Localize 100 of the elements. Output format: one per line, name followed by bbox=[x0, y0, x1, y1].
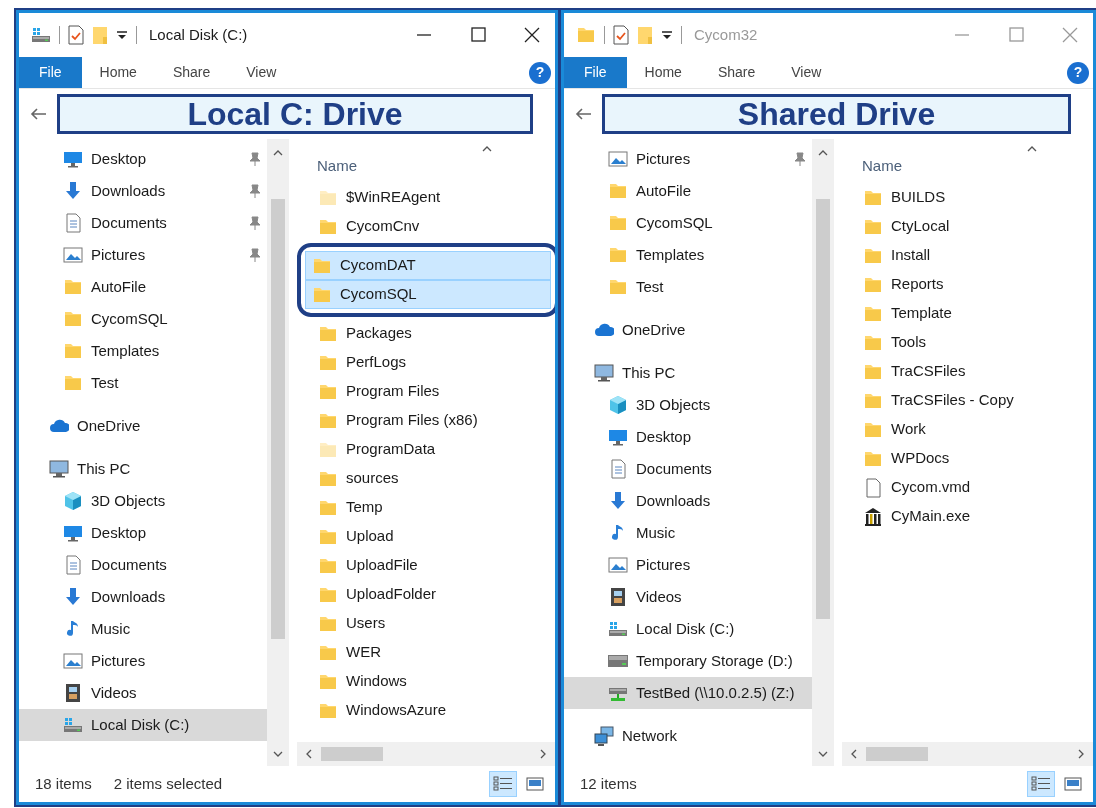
nav-item[interactable]: CycomSQL bbox=[564, 207, 812, 239]
pin-icon[interactable] bbox=[249, 248, 261, 262]
nav-item[interactable]: 3D Objects bbox=[564, 389, 812, 421]
dropdown-icon[interactable] bbox=[661, 29, 673, 41]
file-row[interactable]: UploadFolder bbox=[311, 580, 555, 609]
details-view-icon[interactable] bbox=[493, 775, 513, 793]
drive-label-banner: Shared Drive bbox=[602, 94, 1071, 134]
ribbon-tab[interactable]: File bbox=[19, 57, 82, 88]
scroll-thumb[interactable] bbox=[866, 747, 928, 761]
pin-icon[interactable] bbox=[249, 216, 261, 230]
thumbnail-view-icon[interactable] bbox=[1063, 775, 1083, 793]
file-row[interactable]: sources bbox=[311, 464, 555, 493]
file-row[interactable]: ProgramData bbox=[311, 435, 555, 464]
file-row[interactable]: Upload bbox=[311, 522, 555, 551]
ribbon-tab[interactable]: View bbox=[228, 57, 295, 88]
nav-item[interactable]: TestBed (\\10.0.2.5) (Z:) bbox=[564, 677, 812, 709]
nav-item[interactable]: Desktop bbox=[19, 517, 267, 549]
ribbon-tab[interactable]: Home bbox=[626, 57, 700, 88]
file-row[interactable]: Reports bbox=[856, 270, 1093, 299]
file-row[interactable]: CycomSQL bbox=[305, 280, 551, 309]
nav-item[interactable]: Downloads bbox=[564, 485, 812, 517]
nav-item[interactable]: Pictures bbox=[19, 645, 267, 677]
checklist-icon[interactable] bbox=[68, 25, 84, 45]
details-view-icon[interactable] bbox=[1031, 775, 1051, 793]
file-row[interactable]: CtyLocal bbox=[856, 212, 1093, 241]
file-row[interactable]: Template bbox=[856, 299, 1093, 328]
scroll-thumb[interactable] bbox=[816, 199, 830, 619]
nav-item[interactable]: Documents bbox=[19, 207, 267, 239]
file-row[interactable]: WPDocs bbox=[856, 444, 1093, 473]
nav-item[interactable]: Templates bbox=[19, 335, 267, 367]
nav-item[interactable]: OneDrive bbox=[19, 410, 267, 442]
nav-item[interactable]: This PC bbox=[564, 357, 812, 389]
help-icon[interactable]: ? bbox=[1067, 61, 1089, 84]
file-row[interactable]: TraCSFiles bbox=[856, 357, 1093, 386]
file-row[interactable]: CycomCnv bbox=[311, 212, 555, 241]
nav-item[interactable]: Pictures bbox=[564, 143, 812, 175]
file-row[interactable]: Program Files bbox=[311, 377, 555, 406]
cube-icon bbox=[608, 395, 628, 415]
nav-item[interactable]: CycomSQL bbox=[19, 303, 267, 335]
nav-item[interactable]: 3D Objects bbox=[19, 485, 267, 517]
nav-item[interactable]: Videos bbox=[564, 581, 812, 613]
file-row[interactable]: $WinREAgent bbox=[311, 183, 555, 212]
column-header[interactable]: Name bbox=[862, 154, 902, 177]
ribbon-tab[interactable]: Share bbox=[154, 57, 229, 88]
nav-item[interactable]: Desktop bbox=[564, 421, 812, 453]
file-row[interactable]: Program Files (x86) bbox=[311, 406, 555, 435]
nav-item[interactable]: Pictures bbox=[19, 239, 267, 271]
file-row[interactable]: Temp bbox=[311, 493, 555, 522]
ribbon-tab[interactable]: View bbox=[773, 57, 840, 88]
file-row[interactable]: WindowsAzure bbox=[311, 696, 555, 725]
file-row[interactable]: Install bbox=[856, 241, 1093, 270]
nav-item[interactable]: Music bbox=[564, 517, 812, 549]
file-row[interactable]: Users bbox=[311, 609, 555, 638]
pin-icon[interactable] bbox=[249, 184, 261, 198]
file-row[interactable]: TraCSFiles - Copy bbox=[856, 386, 1093, 415]
nav-item[interactable]: This PC bbox=[19, 453, 267, 485]
nav-item[interactable]: Templates bbox=[564, 239, 812, 271]
nav-item[interactable]: Videos bbox=[19, 677, 267, 709]
back-arrow-icon[interactable] bbox=[29, 106, 47, 122]
file-row[interactable]: Packages bbox=[311, 319, 555, 348]
file-row[interactable]: BUILDS bbox=[856, 183, 1093, 212]
column-header[interactable]: Name bbox=[317, 154, 357, 177]
dropdown-icon[interactable] bbox=[116, 29, 128, 41]
nav-item[interactable]: Desktop bbox=[19, 143, 267, 175]
nav-item[interactable]: Documents bbox=[564, 453, 812, 485]
nav-item[interactable]: Music bbox=[19, 613, 267, 645]
nav-item[interactable]: Temporary Storage (D:) bbox=[564, 645, 812, 677]
pin-icon[interactable] bbox=[249, 152, 261, 166]
film-icon bbox=[63, 683, 83, 703]
ribbon-tab[interactable]: Home bbox=[81, 57, 155, 88]
nav-item[interactable]: Network bbox=[564, 720, 812, 752]
help-icon[interactable]: ? bbox=[529, 61, 551, 84]
pin-icon[interactable] bbox=[794, 152, 806, 166]
nav-item[interactable]: Local Disk (C:) bbox=[564, 613, 812, 645]
file-row[interactable]: PerfLogs bbox=[311, 348, 555, 377]
nav-item[interactable]: Downloads bbox=[19, 175, 267, 207]
nav-item[interactable]: Test bbox=[19, 367, 267, 399]
ribbon-tab[interactable]: File bbox=[564, 57, 627, 88]
file-row[interactable]: UploadFile bbox=[311, 551, 555, 580]
nav-item[interactable]: AutoFile bbox=[564, 175, 812, 207]
nav-item[interactable]: Documents bbox=[19, 549, 267, 581]
scroll-thumb[interactable] bbox=[271, 199, 285, 639]
nav-item[interactable]: OneDrive bbox=[564, 314, 812, 346]
file-row[interactable]: WER bbox=[311, 638, 555, 667]
file-row[interactable]: Windows bbox=[311, 667, 555, 696]
nav-item[interactable]: Pictures bbox=[564, 549, 812, 581]
file-row[interactable]: Work bbox=[856, 415, 1093, 444]
thumbnail-view-icon[interactable] bbox=[525, 775, 545, 793]
checklist-icon[interactable] bbox=[613, 25, 629, 45]
file-row[interactable]: CycomDAT bbox=[305, 251, 551, 280]
nav-item[interactable]: AutoFile bbox=[19, 271, 267, 303]
nav-item[interactable]: Test bbox=[564, 271, 812, 303]
ribbon-tab[interactable]: Share bbox=[699, 57, 774, 88]
nav-item[interactable]: Local Disk (C:) bbox=[19, 709, 267, 741]
file-row[interactable]: Cycom.vmd bbox=[856, 473, 1093, 502]
nav-item[interactable]: Downloads bbox=[19, 581, 267, 613]
file-row[interactable]: Tools bbox=[856, 328, 1093, 357]
back-arrow-icon[interactable] bbox=[574, 106, 592, 122]
file-row[interactable]: CyMain.exe bbox=[856, 502, 1093, 531]
scroll-thumb[interactable] bbox=[321, 747, 383, 761]
